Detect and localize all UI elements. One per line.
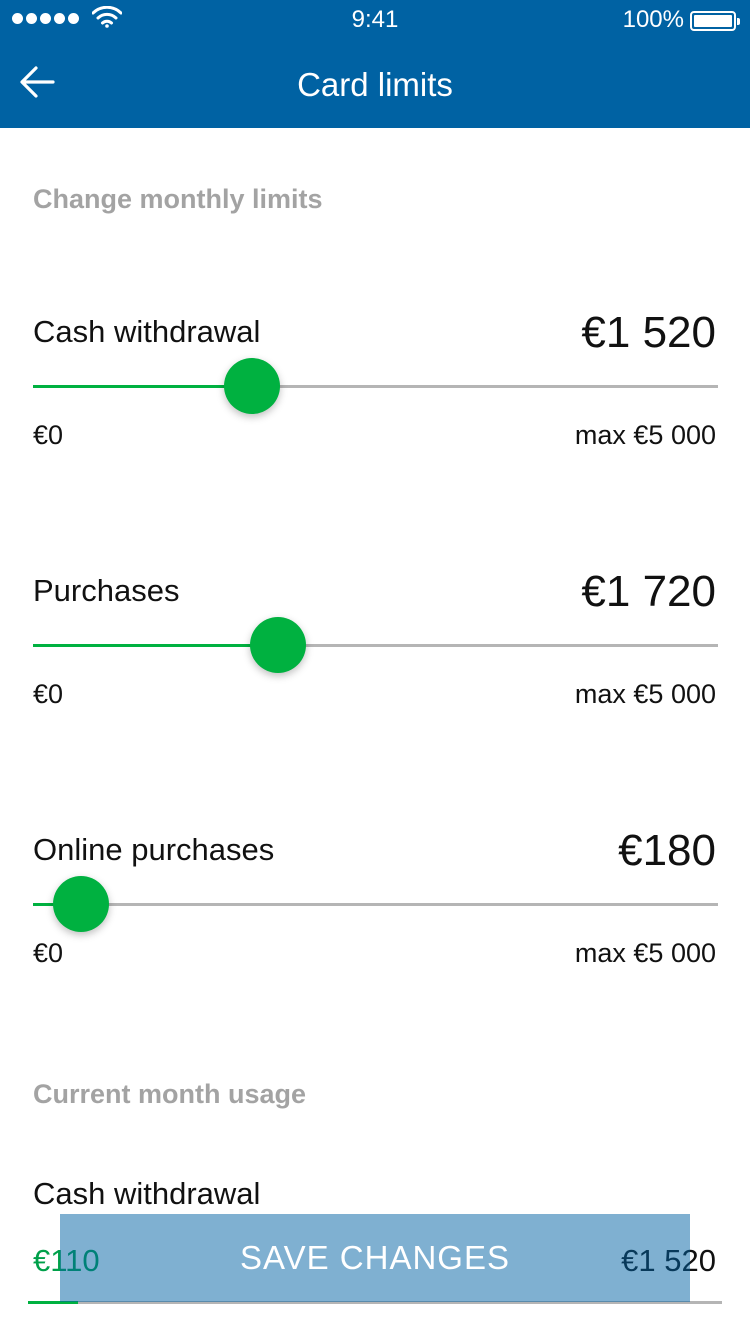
slider-thumb[interactable] <box>249 617 306 673</box>
page-title: Card limits <box>297 66 453 103</box>
slider-min-label: €0 <box>33 938 64 968</box>
battery-percentage: 100% <box>622 6 684 33</box>
section-title-limits: Change monthly limits <box>33 184 323 214</box>
slider-thumb[interactable] <box>52 876 109 932</box>
usage-label-cash-withdrawal: Cash withdrawal <box>33 1176 261 1211</box>
limit-value-purchases: €1 720 <box>581 567 716 616</box>
limit-label-online-purchases: Online purchases <box>33 832 275 867</box>
limit-label-purchases: Purchases <box>33 573 180 608</box>
app-header: 9:41 100% Card limits <box>0 0 750 128</box>
limit-value-cash-withdrawal: €1 520 <box>581 308 716 357</box>
slider-min-label: €0 <box>33 420 64 450</box>
slider-purchases[interactable] <box>33 617 718 673</box>
slider-online-purchases[interactable] <box>33 876 718 932</box>
slider-fill <box>33 644 278 647</box>
limit-value-online-purchases: €180 <box>618 826 716 875</box>
status-bar: 9:41 100% <box>0 0 750 40</box>
slider-max-label: max €5 000 <box>574 420 716 450</box>
section-title-usage: Current month usage <box>33 1079 307 1109</box>
slider-max-label: max €5 000 <box>574 938 716 968</box>
slider-max-label: max €5 000 <box>574 679 716 709</box>
save-changes-button[interactable]: SAVE CHANGES <box>60 1214 690 1302</box>
battery-icon <box>690 11 740 31</box>
slider-min-label: €0 <box>33 679 64 709</box>
slider-fill <box>33 385 252 388</box>
slider-thumb[interactable] <box>223 358 280 414</box>
slider-cash-withdrawal[interactable] <box>33 358 718 414</box>
limit-label-cash-withdrawal: Cash withdrawal <box>33 314 261 349</box>
